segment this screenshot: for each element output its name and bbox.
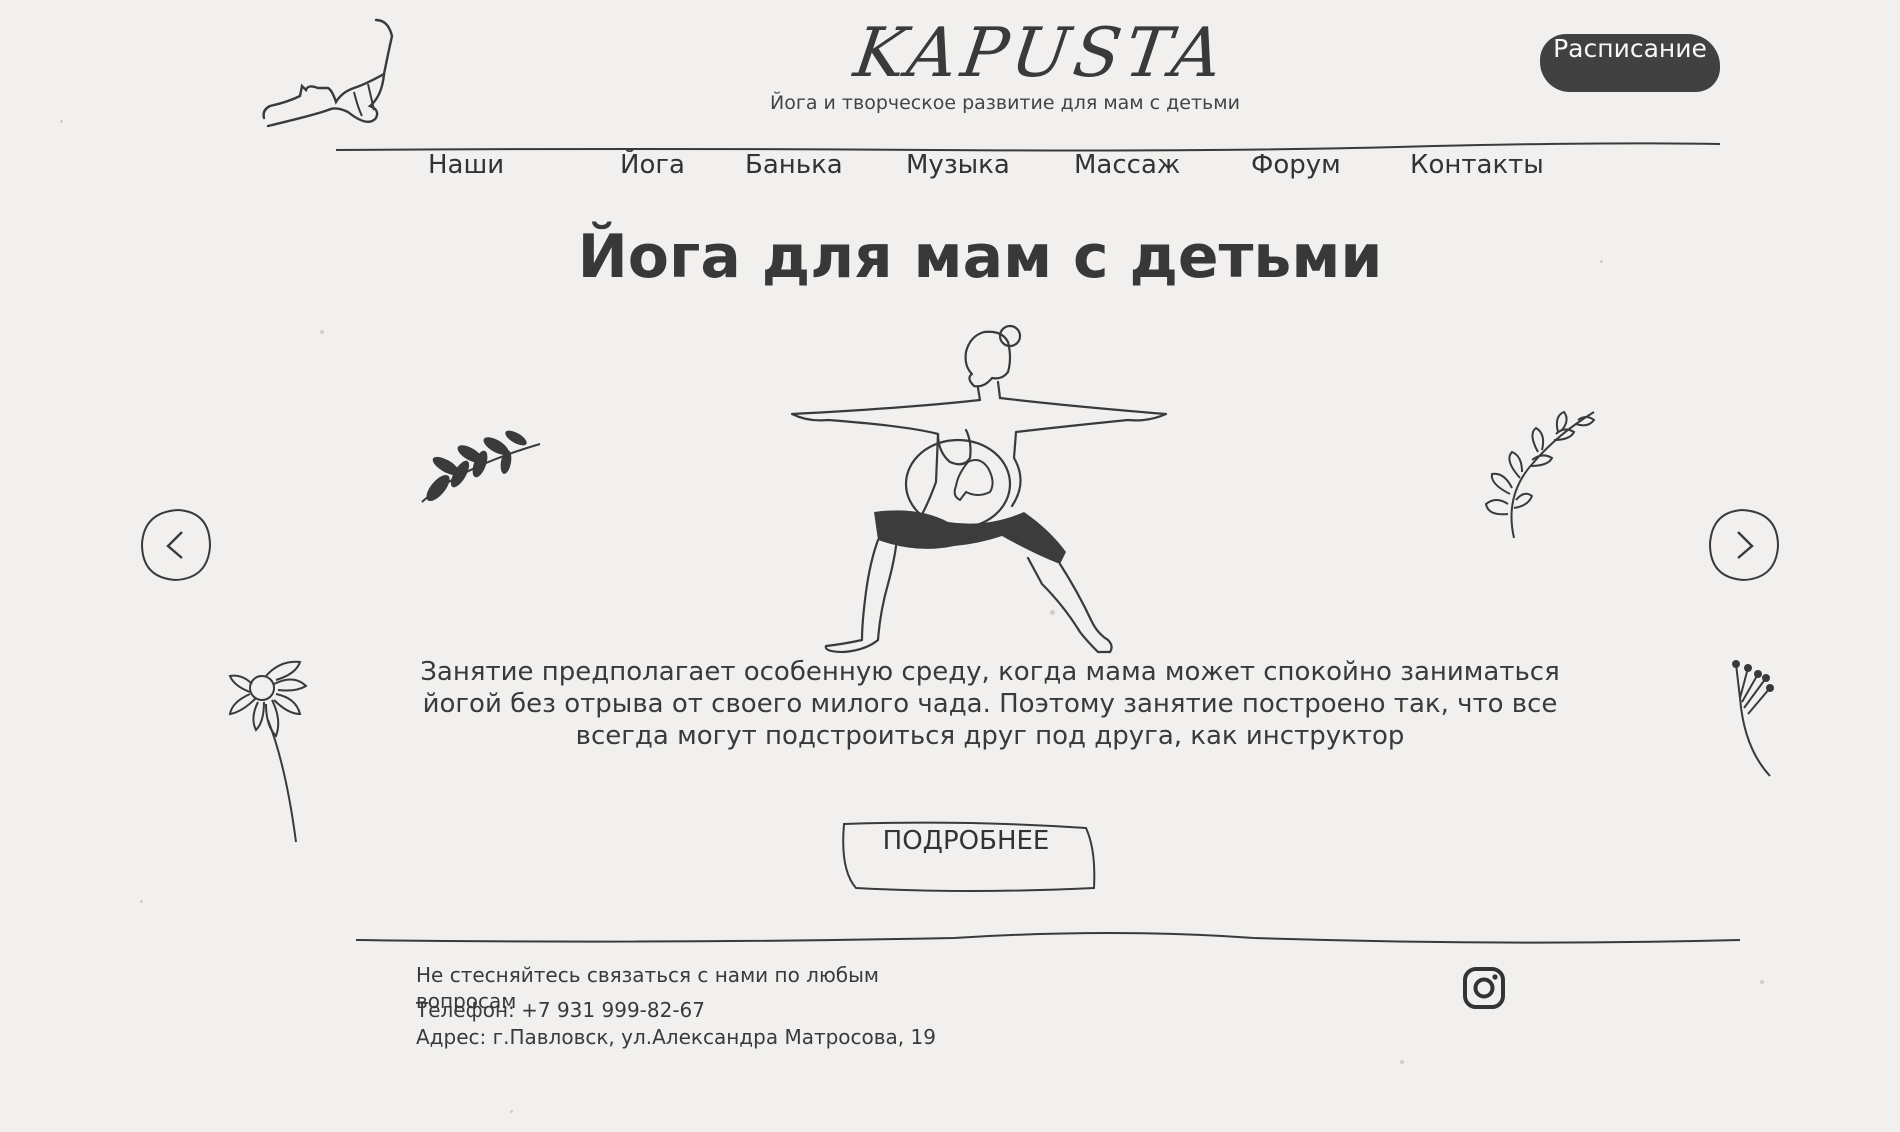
instagram-icon[interactable] (1462, 966, 1506, 1010)
more-button-label: ПОДРОБНЕЕ (882, 826, 1050, 856)
footer-address: Адрес: г.Павловск, ул.Александра Матросо… (416, 1025, 936, 1049)
hero-description: Занятие предполагает особенную среду, ко… (420, 657, 1560, 751)
cat-icon (262, 18, 394, 128)
nav-item-about[interactable]: Наши (428, 150, 504, 180)
footer-phone: Телефон: +7 931 999-82-67 (416, 998, 705, 1022)
schedule-button[interactable]: Расписание (1540, 34, 1720, 92)
chevron-left-icon[interactable] (138, 508, 214, 582)
chevron-right-icon[interactable] (1706, 508, 1782, 582)
yoga-woman-illustration (790, 324, 1168, 654)
sprig-icon (1484, 410, 1596, 539)
nav-item-forum[interactable]: Форум (1251, 150, 1341, 180)
flower-sprig-icon (1732, 660, 1774, 777)
footer-divider (355, 932, 1741, 944)
nav-item-music[interactable]: Музыка (906, 150, 1010, 180)
nav-item-contacts[interactable]: Контакты (1410, 150, 1544, 180)
main-nav: Наши Йога Банька Музыка Массаж Форум Кон… (0, 150, 1900, 190)
leaf-branch-icon (421, 430, 541, 503)
brand-tagline: Йога и творческое развитие для мам с дет… (770, 92, 1240, 114)
nav-item-yoga[interactable]: Йога (620, 150, 685, 180)
page-title: Йога для мам с детьми (577, 222, 1383, 292)
more-button[interactable]: ПОДРОБНЕЕ (836, 820, 1096, 892)
nav-item-banya[interactable]: Банька (745, 150, 843, 180)
daisy-flower-icon (228, 660, 308, 843)
schedule-button-label: Расписание (1553, 34, 1707, 63)
nav-item-massage[interactable]: Массаж (1074, 150, 1180, 180)
brand-logo[interactable]: KAPUSTA (849, 14, 1232, 94)
